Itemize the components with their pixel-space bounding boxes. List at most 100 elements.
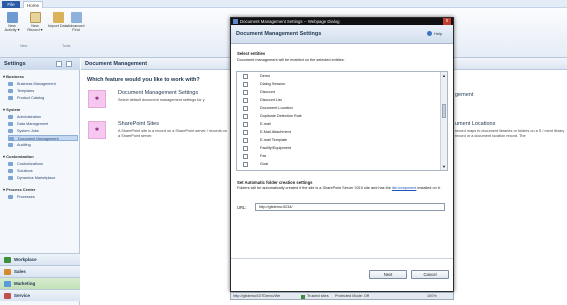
entity-label: Dialog Session <box>260 82 286 86</box>
area-service[interactable]: Service <box>0 289 80 301</box>
entity-checkbox-facility-equipment[interactable] <box>243 146 248 151</box>
next-button[interactable]: Next <box>369 270 407 279</box>
area-workplace[interactable]: Workplace <box>0 253 80 265</box>
nav-item-system-jobs[interactable]: System Jobs <box>8 128 78 134</box>
workplace-icon <box>4 257 11 263</box>
entity-checkbox-email-template[interactable] <box>243 138 248 143</box>
entity-checkbox-dialog-session[interactable] <box>243 82 248 87</box>
entity-checkbox-demo[interactable] <box>243 74 248 79</box>
scroll-down-icon[interactable]: ▼ <box>442 164 446 169</box>
nav-item-templates[interactable]: Templates <box>8 88 78 94</box>
sharepoint-sites-icon[interactable]: ✱ <box>88 121 106 139</box>
feature-document-locations-title[interactable]: ument Locations <box>455 121 495 127</box>
nav-item-product-catalog[interactable]: Product Catalog <box>8 95 78 101</box>
area-label: Workplace <box>14 257 37 262</box>
entity-label: E-Mail Attachment <box>260 130 291 134</box>
document-management-icon <box>9 137 14 141</box>
sales-icon <box>4 269 11 275</box>
ribbon-tab-strip <box>0 0 567 8</box>
advanced-find-button[interactable]: Advanced Find <box>66 12 86 32</box>
entity-checkbox-email-attachment[interactable] <box>243 130 248 135</box>
feature-dm-settings-title[interactable]: Document Management Settings <box>118 90 198 96</box>
entity-label: Discount List <box>260 98 282 102</box>
templates-icon <box>8 89 13 93</box>
nav-label: Administration <box>17 115 42 119</box>
nav-item-administration[interactable]: Administration <box>8 114 78 120</box>
entity-checkbox-email[interactable] <box>243 122 248 127</box>
select-entities-desc: Document management will be enabled on t… <box>237 58 345 62</box>
left-nav-title: Settings <box>0 58 80 70</box>
nav-item-solutions[interactable]: Solutions <box>8 168 78 174</box>
import-data-icon <box>52 12 64 23</box>
feature-sharepoint-sites-title[interactable]: SharePoint Sites <box>118 121 159 127</box>
nav-label: Templates <box>17 89 35 93</box>
feature-right-1-title[interactable]: gement <box>455 92 473 98</box>
section-system[interactable]: ▾ System <box>3 107 20 112</box>
entity-label: Discount <box>260 90 275 94</box>
tab-home[interactable]: Home <box>23 1 43 8</box>
entity-label: Demo <box>260 74 271 78</box>
area-sales[interactable]: Sales <box>0 265 80 277</box>
status-protected-mode: Protected Mode: Off <box>335 294 369 298</box>
new-activity-icon <box>6 12 18 23</box>
entity-checkbox-discount-list[interactable] <box>243 98 248 103</box>
import-data-label: Import Data <box>48 24 68 28</box>
nav-item-data-management[interactable]: Data Management <box>8 121 78 127</box>
entity-list[interactable]: ▲ ▼ <box>236 71 448 171</box>
zoom-level[interactable]: 100% <box>427 293 437 300</box>
nav-item-document-management[interactable]: Document Management <box>8 135 78 141</box>
area-label: Marketing <box>14 281 36 286</box>
processes-icon <box>8 195 13 199</box>
nav-label: Processes <box>17 195 35 199</box>
tab-file[interactable]: File <box>2 1 20 8</box>
entity-list-scrollbar[interactable]: ▲ ▼ <box>440 72 447 170</box>
folder-settings-title: Set Automatic folder creation settings <box>237 180 313 185</box>
close-icon[interactable]: x <box>443 18 451 25</box>
pin-icon[interactable] <box>66 61 72 67</box>
feature-dm-settings-desc: Select default document management setti… <box>118 98 205 102</box>
dialog-status-bar: http://gitdemo/GITDemo/We Trusted sites … <box>230 292 454 300</box>
nav-label: System Jobs <box>17 129 39 133</box>
entity-checkbox-document-location[interactable] <box>243 106 248 111</box>
entity-checkbox-discount[interactable] <box>243 90 248 95</box>
nav-label: Data Management <box>17 122 49 126</box>
system-jobs-icon <box>8 129 13 133</box>
document-management-settings-icon[interactable]: ✱ <box>88 90 106 108</box>
help-icon[interactable] <box>427 31 432 36</box>
section-business[interactable]: ▾ Business <box>3 74 24 79</box>
nav-item-auditing[interactable]: Auditing <box>8 142 78 148</box>
new-activity-button[interactable]: New Activity ▾ <box>2 12 22 32</box>
entity-label: E-mail <box>260 122 271 126</box>
entity-checkbox-goal[interactable] <box>243 162 248 167</box>
home-icon[interactable] <box>56 61 62 67</box>
advanced-find-label: Advanced Find <box>67 24 85 33</box>
entity-checkbox-duplicate-detection-rule[interactable] <box>243 114 248 119</box>
nav-item-processes[interactable]: Processes <box>8 194 78 200</box>
area-label: Service <box>14 293 31 298</box>
entity-checkbox-fax[interactable] <box>243 154 248 159</box>
scroll-thumb[interactable] <box>442 104 446 118</box>
cancel-button[interactable]: Cancel <box>411 270 449 279</box>
entity-label: Document Location <box>260 106 293 110</box>
help-link[interactable]: Help <box>434 31 442 36</box>
nav-item-dynamics-marketplace[interactable]: Dynamics Marketplace <box>8 175 78 181</box>
section-customization[interactable]: ▾ Customization <box>3 154 34 159</box>
entity-label: E-mail Template <box>260 138 288 142</box>
nav-label: Business Management <box>17 82 56 86</box>
trusted-sites-icon <box>301 295 305 299</box>
dialog-titlebar: Document Management Settings -- Webpage … <box>231 18 453 25</box>
document-management-settings-dialog: Document Management Settings -- Webpage … <box>230 17 454 292</box>
nav-label: Customizations <box>17 162 43 166</box>
service-icon <box>4 293 11 299</box>
area-marketing[interactable]: Marketing <box>0 277 80 289</box>
section-process-center[interactable]: ▾ Process Center <box>3 187 35 192</box>
new-record-button[interactable]: New Record ▾ <box>25 12 45 32</box>
nav-item-business-management[interactable]: Business Management <box>8 81 78 87</box>
nav-item-customizations[interactable]: Customizations <box>8 161 78 167</box>
import-data-button[interactable]: Import Data <box>48 12 68 28</box>
advanced-find-icon <box>70 12 82 23</box>
url-input[interactable]: http://gitdemo:5234/ <box>255 203 445 211</box>
scroll-up-icon[interactable]: ▲ <box>442 73 446 78</box>
list-component-link[interactable]: list component <box>392 186 416 190</box>
solutions-icon <box>8 169 13 173</box>
